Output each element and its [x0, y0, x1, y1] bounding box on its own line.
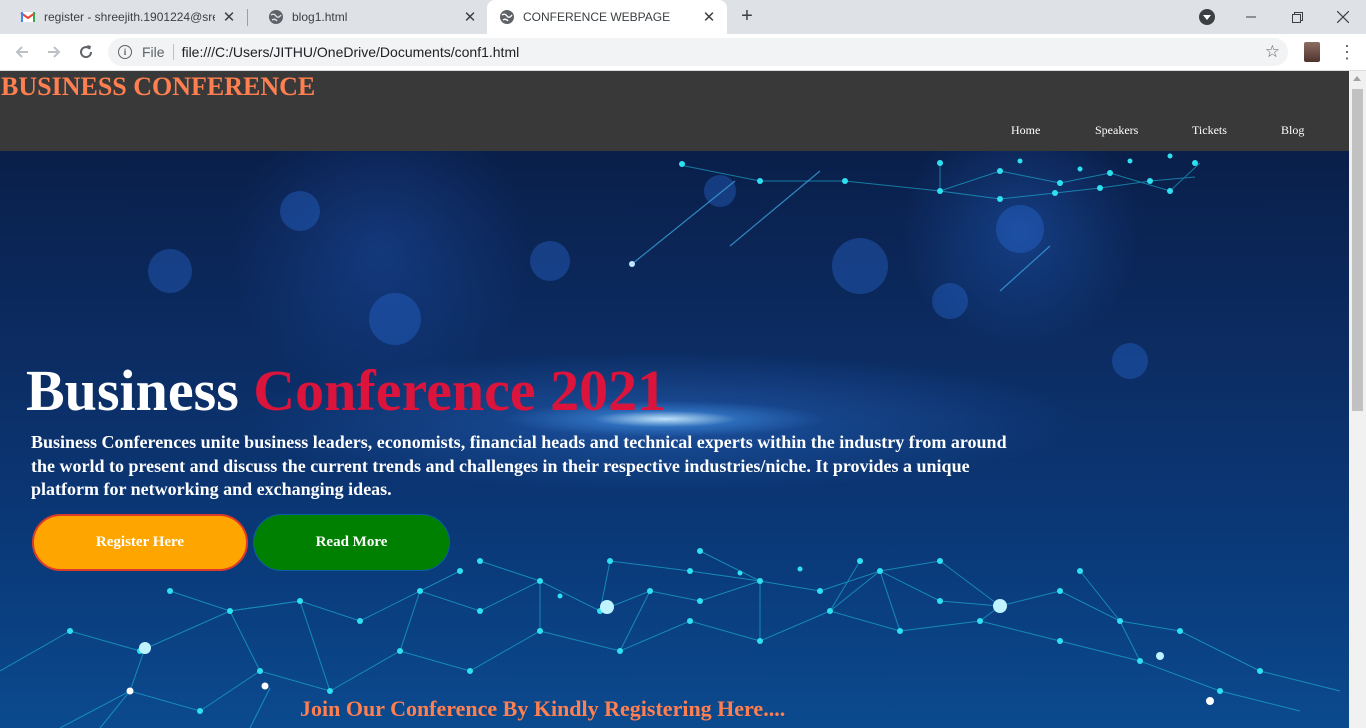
tab-gmail[interactable]: register - shreejith.1901224@srec ✕	[0, 0, 247, 34]
hero-title: Business Conference 2021	[26, 359, 666, 423]
site-brand[interactable]: BUSINESS CONFERENCE	[1, 72, 315, 102]
hero-title-white: Business	[26, 358, 239, 423]
tab-strip: register - shreejith.1901224@srec ✕ blog…	[0, 0, 1366, 34]
forward-icon[interactable]	[42, 40, 66, 64]
join-heading: Join Our Conference By Kindly Registerin…	[300, 696, 786, 721]
nav-speakers[interactable]: Speakers	[1095, 123, 1138, 138]
globe-icon	[269, 10, 283, 24]
profile-avatar[interactable]	[1304, 42, 1320, 62]
new-tab-icon[interactable]: +	[737, 6, 757, 27]
back-icon[interactable]	[10, 40, 34, 64]
reload-icon[interactable]	[74, 40, 98, 64]
address-bar[interactable]: i File file:///C:/Users/JITHU/OneDrive/D…	[108, 38, 1288, 66]
scheme-label: File	[142, 44, 165, 60]
read-more-button[interactable]: Read More	[253, 514, 450, 571]
nav-blog[interactable]: Blog	[1281, 123, 1304, 138]
tab-conference[interactable]: CONFERENCE WEBPAGE ✕	[487, 0, 727, 34]
omnibox-divider	[172, 44, 174, 60]
hero-description: Business Conferences unite business lead…	[31, 432, 1007, 499]
tab-title: blog1.html	[292, 10, 348, 24]
more-menu-icon[interactable]: ⋮	[1338, 42, 1356, 62]
page-viewport: BUSINESS CONFERENCE Home Speakers Ticket…	[0, 71, 1349, 728]
scroll-up-icon[interactable]	[1353, 76, 1361, 81]
close-icon[interactable]: ✕	[462, 9, 478, 26]
url-text[interactable]: file:///C:/Users/JITHU/OneDrive/Document…	[182, 44, 520, 60]
close-icon[interactable]: ✕	[701, 9, 717, 26]
register-button[interactable]: Register Here	[32, 514, 248, 571]
site-header: BUSINESS CONFERENCE Home Speakers Ticket…	[0, 71, 1349, 151]
bookmark-star-icon[interactable]: ☆	[1265, 42, 1280, 62]
hero-section: Business Conference 2021 Business Confer…	[0, 151, 1349, 728]
close-icon[interactable]: ✕	[221, 9, 237, 26]
globe-icon	[500, 10, 514, 24]
tab-title: CONFERENCE WEBPAGE	[523, 10, 671, 24]
restore-icon[interactable]	[1274, 0, 1320, 34]
minimize-icon[interactable]	[1228, 0, 1274, 34]
tab-title: register - shreejith.1901224@srec	[44, 10, 215, 24]
nav-tickets[interactable]: Tickets	[1192, 123, 1227, 138]
hero-title-red: Conference 2021	[253, 358, 667, 423]
close-window-icon[interactable]	[1320, 0, 1366, 34]
gmail-icon	[20, 12, 36, 22]
profile-menu-icon[interactable]	[1199, 9, 1215, 25]
nav-home[interactable]: Home	[1011, 123, 1040, 138]
scrollbar-thumb[interactable]	[1352, 89, 1363, 411]
info-icon[interactable]: i	[118, 45, 132, 59]
tab-blog[interactable]: blog1.html ✕	[248, 0, 488, 34]
browser-toolbar: i File file:///C:/Users/JITHU/OneDrive/D…	[0, 34, 1366, 71]
page-scrollbar[interactable]	[1349, 71, 1366, 728]
